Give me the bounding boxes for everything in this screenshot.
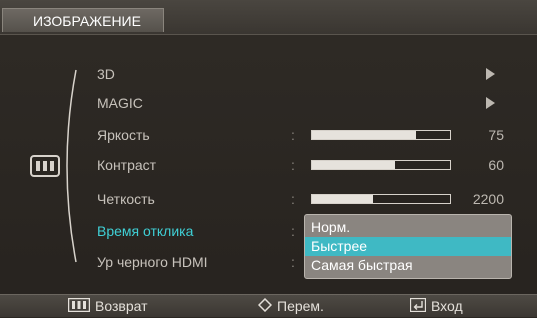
separator-colon: :	[291, 223, 295, 239]
dropdown-option-normal[interactable]: Норм.	[305, 218, 511, 237]
brightness-slider-fill	[312, 131, 416, 139]
menu-item-brightness[interactable]: Яркость	[97, 124, 150, 146]
move-button[interactable]: Перем.	[257, 295, 324, 318]
contrast-value: 60	[488, 157, 504, 173]
move-label: Перем.	[277, 298, 324, 314]
enter-icon	[409, 296, 427, 318]
menu-item-response-time[interactable]: Время отклика	[97, 220, 193, 242]
separator-colon: :	[291, 157, 295, 173]
dropdown-option-fastest[interactable]: Самая быстрая	[305, 256, 511, 275]
dropdown-option-faster[interactable]: Быстрее	[305, 237, 511, 256]
sharpness-slider-fill	[312, 195, 373, 203]
menu-item-sharpness[interactable]: Четкость	[97, 188, 155, 210]
back-button[interactable]: Возврат	[67, 295, 148, 318]
separator-colon: :	[291, 127, 295, 143]
enter-button[interactable]: Вход	[409, 295, 463, 318]
title-bar: ИЗОБРАЖЕНИЕ	[0, 0, 537, 35]
arrow-right-icon[interactable]	[486, 97, 495, 109]
menu-bracket	[56, 66, 86, 271]
separator-colon: :	[291, 254, 295, 270]
separator-colon: :	[291, 191, 295, 207]
menu-item-magic[interactable]: MAGIC	[97, 92, 143, 114]
arrow-right-icon[interactable]	[486, 68, 495, 80]
menu-item-hdmi-black-level[interactable]: Ур черного HDMI	[97, 251, 208, 273]
brightness-slider[interactable]	[311, 130, 451, 140]
contrast-slider[interactable]	[311, 160, 451, 170]
footer-bar: Возврат Перем. Вход	[0, 294, 537, 317]
menu-bars-icon	[67, 296, 91, 318]
back-label: Возврат	[95, 298, 148, 314]
brightness-value: 75	[488, 127, 504, 143]
sharpness-slider[interactable]	[311, 194, 451, 204]
sharpness-value: 2200	[472, 191, 504, 207]
menu-item-contrast[interactable]: Контраст	[97, 154, 156, 176]
menu-item-3d[interactable]: 3D	[97, 63, 115, 85]
menu-title: ИЗОБРАЖЕНИЕ	[2, 8, 164, 32]
enter-label: Вход	[431, 298, 463, 314]
osd-window: ИЗОБРАЖЕНИЕ 3D MAGIC Яркость : 75 Контра…	[0, 0, 537, 317]
diamond-arrows-icon	[257, 296, 273, 318]
response-time-dropdown[interactable]: Норм. Быстрее Самая быстрая	[304, 214, 512, 279]
contrast-slider-fill	[312, 161, 395, 169]
